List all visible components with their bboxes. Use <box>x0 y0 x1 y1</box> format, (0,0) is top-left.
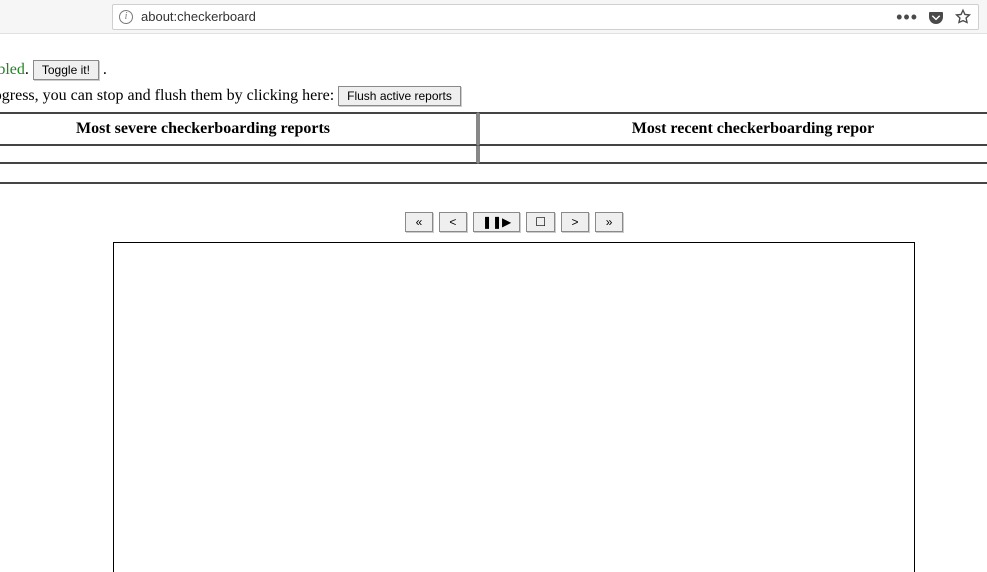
prev-button[interactable]: < <box>439 212 467 232</box>
url-text: about:checkerboard <box>141 9 256 24</box>
reports-table: Most severe checkerboarding reports Most… <box>0 112 987 164</box>
page-content: ding is enabled. Toggle it! . ports in p… <box>0 34 987 572</box>
severe-cell <box>0 146 478 164</box>
flush-button[interactable]: Flush active reports <box>338 86 461 106</box>
bookmark-star-icon[interactable] <box>954 8 972 26</box>
browser-chrome: i about:checkerboard ••• <box>0 0 987 34</box>
url-bar[interactable]: i about:checkerboard ••• <box>112 4 979 30</box>
canvas-wrap <box>0 242 987 572</box>
rewind-button[interactable]: « <box>405 212 433 232</box>
flush-line: ports in progress, you can stop and flus… <box>0 86 987 106</box>
status-line: ding is enabled. Toggle it! . <box>0 60 987 80</box>
info-icon[interactable]: i <box>119 10 133 24</box>
divider <box>0 182 987 184</box>
urlbar-actions: ••• <box>896 8 972 26</box>
recent-cell <box>478 146 987 164</box>
trace-canvas <box>113 242 915 572</box>
recent-header: Most recent checkerboarding repor <box>478 112 987 146</box>
player-controls: « < ❚❚▶ ☐ > » <box>0 212 987 232</box>
stop-button[interactable]: ☐ <box>526 212 555 232</box>
next-button[interactable]: > <box>561 212 589 232</box>
playpause-button[interactable]: ❚❚▶ <box>473 212 520 232</box>
status-value: enabled <box>0 61 25 78</box>
severe-header: Most severe checkerboarding reports <box>0 112 478 146</box>
toggle-button[interactable]: Toggle it! <box>33 60 99 80</box>
ffwd-button[interactable]: » <box>595 212 623 232</box>
pocket-icon[interactable] <box>928 9 944 25</box>
